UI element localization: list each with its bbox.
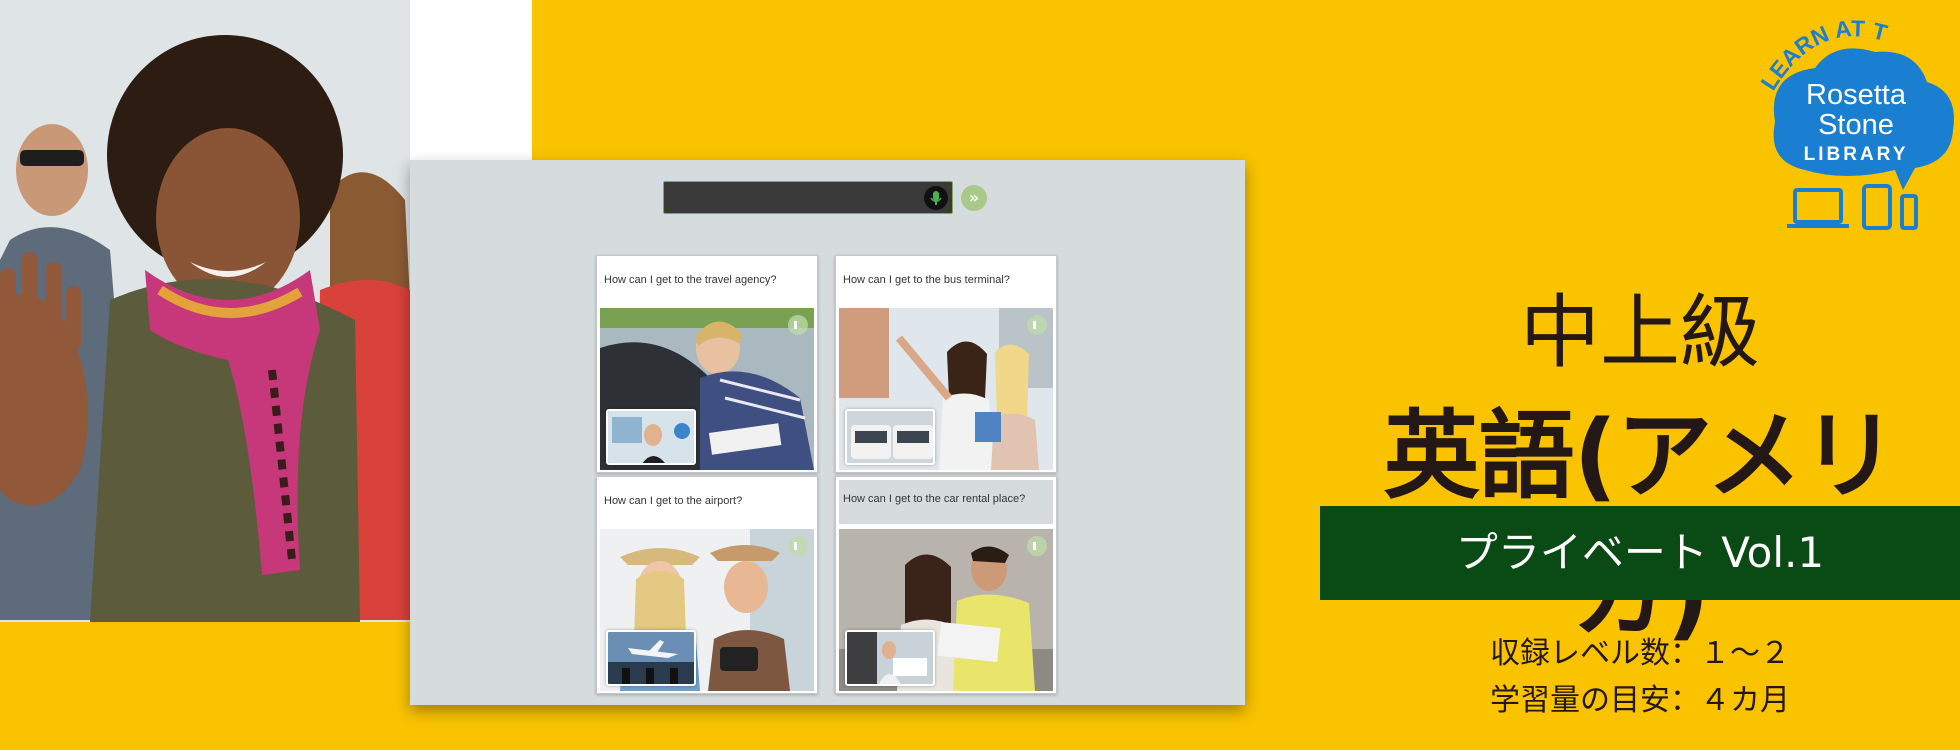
speaker-icon[interactable] [1027,536,1047,556]
rosetta-stone-library-logo: LEARN AT THE Rosetta Stone LIBRARY [1737,0,1960,242]
card-photo [839,529,1053,691]
devices-icon [1787,184,1918,230]
card-thumbnail [845,630,935,686]
card-thumbnail [606,630,696,686]
study-duration-info: 学習量の目安：４カ月 [1490,683,1790,718]
microphone-icon[interactable] [924,186,948,210]
chevron-right-icon: » [968,188,980,207]
app-screenshot: » How can I get to the travel agency? Ho… [410,160,1245,705]
speaker-icon[interactable] [1027,315,1047,335]
card-prompt: How can I get to the bus terminal? [843,274,1010,286]
speaker-icon[interactable] [788,536,808,556]
card-photo [600,529,814,691]
answer-card-airport[interactable]: How can I get to the airport? [596,476,818,694]
card-prompt: How can I get to the car rental place? [839,480,1053,524]
voice-input-bar[interactable] [663,181,953,214]
level-title: 中上級 [1520,286,1760,379]
logo-brand-line1: Rosetta [1806,79,1907,111]
card-prompt: How can I get to the airport? [604,495,743,507]
card-thumbnail [845,409,935,465]
answer-card-bus-terminal[interactable]: How can I get to the bus terminal? [835,255,1057,473]
edition-band: プライベート Vol.1 [1320,506,1960,600]
card-photo [600,308,814,470]
levels-info: 収録レベル数：１～２ [1490,636,1790,671]
logo-brand-line2: Stone [1818,109,1894,141]
next-button[interactable]: » [961,185,987,211]
card-prompt: How can I get to the travel agency? [604,274,777,286]
answer-card-travel-agency[interactable]: How can I get to the travel agency? [596,255,818,473]
card-thumbnail [606,409,696,465]
hero-photo-people-waving [0,0,410,622]
speaker-icon[interactable] [788,315,808,335]
answer-card-car-rental[interactable]: How can I get to the car rental place? [835,476,1057,694]
logo-brand-line3: LIBRARY [1804,144,1909,165]
card-photo [839,308,1053,470]
